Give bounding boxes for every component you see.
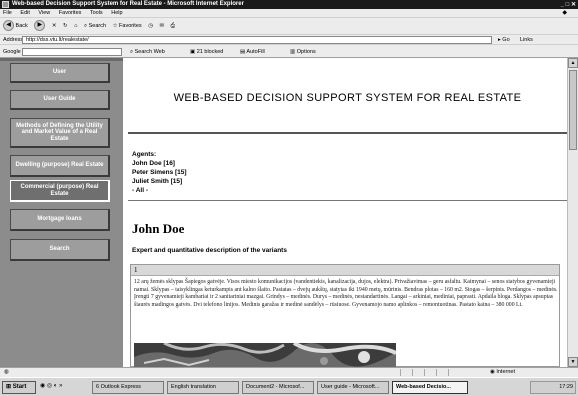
agent-link-juliet-smith[interactable]: Juliet Smith [15] <box>132 177 187 186</box>
task-document2[interactable]: Document2 - Microsof... <box>242 381 314 394</box>
start-button[interactable]: ⊞ Start <box>2 381 36 394</box>
favorites-button[interactable]: ☆ Favorites <box>113 18 142 35</box>
web-page: User User Guide Methods of Defining the … <box>0 58 567 367</box>
window-title-bar: Web-based Decision Support System for Re… <box>0 0 578 9</box>
agent-link-all[interactable]: - All - <box>132 186 187 195</box>
task-outlook-express[interactable]: 6 Outlook Express <box>92 381 164 394</box>
system-tray: 17:29 <box>530 381 576 394</box>
sidebar-item-methods[interactable]: Methods of Defining the Utility and Mark… <box>10 118 110 148</box>
agents-list: Agents: John Doe [16] Peter Simens [15] … <box>132 150 187 195</box>
variant-description: 12 arų žemės sklypas Šapiegos gatvėje. V… <box>134 279 558 308</box>
agent-link-peter-simens[interactable]: Peter Simens [15] <box>132 168 187 177</box>
status-bar: ◍ ◉ Internet <box>0 367 578 377</box>
agents-label: Agents: <box>132 151 157 158</box>
windows-logo-icon: ⊞ <box>6 384 12 390</box>
tray-clock: 17:29 <box>559 384 573 390</box>
scroll-up-arrow-icon[interactable]: ▲ <box>568 58 578 68</box>
quick-launch[interactable]: ◉ ◎ ◐ » <box>40 382 62 389</box>
sidebar-item-user-guide[interactable]: User Guide <box>10 90 110 110</box>
menu-view[interactable]: View <box>38 10 50 16</box>
google-toolbar: Google - ⌕ Search Web ▣ 21 blocked ▤ Aut… <box>0 44 578 58</box>
address-input[interactable]: http://dss.vtu.lt/realestate/ <box>22 36 492 44</box>
agent-link-john-doe[interactable]: John Doe [16] <box>132 159 187 168</box>
task-english-translation[interactable]: English translation <box>167 381 239 394</box>
scroll-down-arrow-icon[interactable]: ▼ <box>568 357 578 367</box>
search-button[interactable]: ⌕ Search <box>84 18 106 35</box>
menu-favorites[interactable]: Favorites <box>59 10 82 16</box>
window-title: Web-based Decision Support System for Re… <box>12 1 244 7</box>
popup-blocked-button[interactable]: ▣ 21 blocked <box>190 45 223 59</box>
sidebar-item-commercial[interactable]: Commercial (purpose) Real Estate <box>10 180 110 202</box>
google-logo: Google - <box>3 49 25 55</box>
menu-file[interactable]: File <box>3 10 12 16</box>
sidebar-item-search[interactable]: Search <box>10 239 110 261</box>
description-heading: Expert and quantitative description of t… <box>132 247 287 254</box>
scroll-thumb[interactable] <box>569 70 577 150</box>
print-button[interactable]: ⎙ <box>171 18 175 35</box>
forward-button[interactable]: ▶ <box>34 18 46 35</box>
variant-number: 1 <box>131 265 559 276</box>
task-user-guide[interactable]: User guide - Microsoft... <box>317 381 389 394</box>
autofill-button[interactable]: ▤ AutoFill <box>240 45 265 59</box>
header-divider <box>128 132 567 134</box>
security-zone: ◉ Internet <box>490 369 515 375</box>
page-scrollbar[interactable]: ▲ ▼ <box>567 58 578 367</box>
sidebar-item-user[interactable]: User <box>10 63 110 83</box>
address-label: Address <box>3 37 24 43</box>
search-icon: ⌕ <box>83 23 88 29</box>
ie-logo-icon: ◆ <box>562 10 567 16</box>
back-button[interactable]: ◀ Back <box>3 18 28 35</box>
menu-bar: File Edit View Favorites Tools Help ◆ <box>0 9 578 17</box>
address-bar: Address http://dss.vtu.lt/realestate/ ▸ … <box>0 34 578 44</box>
page-status-icon: ◍ <box>4 369 9 375</box>
agents-divider <box>128 200 567 201</box>
google-options-button[interactable]: ▥ Options <box>290 45 316 59</box>
site-title: WEB-BASED DECISION SUPPORT SYSTEM FOR RE… <box>173 92 522 104</box>
refresh-button[interactable]: ↻ <box>63 18 68 35</box>
ie-window-icon <box>2 1 9 8</box>
window-controls[interactable]: _ □ ✕ <box>561 1 576 9</box>
variant-card: 1 12 arų žemės sklypas Šapiegos gatvėje.… <box>130 264 560 367</box>
menu-tools[interactable]: Tools <box>90 10 103 16</box>
property-photo-image <box>134 343 396 367</box>
property-photo[interactable] <box>134 343 396 367</box>
menu-help[interactable]: Help <box>111 10 122 16</box>
sidebar-top-strip <box>0 58 123 61</box>
sidebar-item-mortgage[interactable]: Mortgage loans <box>10 209 110 231</box>
search-web-button[interactable]: ⌕ Search Web <box>130 45 165 59</box>
history-button[interactable]: ◷ <box>148 18 153 35</box>
windows-taskbar: ⊞ Start ◉ ◎ ◐ » 6 Outlook Express Englis… <box>0 377 578 396</box>
google-search-input[interactable] <box>22 48 122 56</box>
mail-button[interactable]: ✉ <box>160 18 165 35</box>
menu-edit[interactable]: Edit <box>20 10 29 16</box>
star-icon: ☆ <box>112 23 118 29</box>
task-web-based-decision[interactable]: Web-based Decisio... <box>392 381 468 394</box>
main-content: WEB-BASED DECISION SUPPORT SYSTEM FOR RE… <box>128 58 567 367</box>
home-button[interactable]: ⌂ <box>74 18 77 35</box>
globe-icon: ◉ <box>490 369 495 375</box>
back-arrow-icon: ◀ <box>3 20 14 32</box>
navigation-toolbar: ◀ Back ▶ ✕ ↻ ⌂ ⌕ Search ☆ Favorites ◷ ✉ … <box>0 17 578 34</box>
forward-arrow-icon: ▶ <box>34 20 46 32</box>
sidebar-item-dwelling[interactable]: Dwelling (purpose) Real Estate <box>10 155 110 177</box>
stop-button[interactable]: ✕ <box>52 18 57 35</box>
sidebar: User User Guide Methods of Defining the … <box>0 58 123 367</box>
agent-name-heading: John Doe <box>132 221 185 236</box>
